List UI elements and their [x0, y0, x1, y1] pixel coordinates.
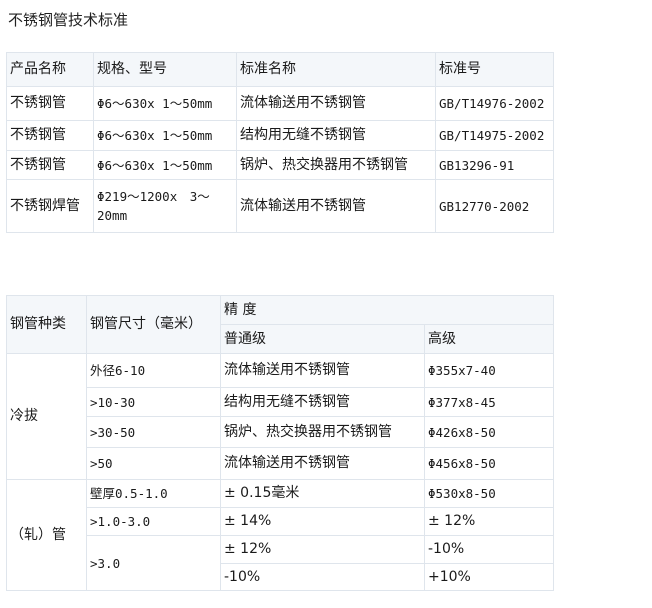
normal-grade-cell: ± 0.15毫米	[220, 479, 425, 508]
high-grade-cell: +10%	[423, 563, 555, 591]
table-row: 不锈钢管 Φ6～630x 1～50mm 结构用无缝不锈钢管 GB/T14975-…	[6, 120, 554, 151]
normal-grade-cell: 结构用无缝不锈钢管	[220, 387, 425, 417]
header-cell: 规格、型号	[93, 52, 237, 87]
header-cell: 标准名称	[236, 52, 436, 87]
size-cell: >50	[86, 447, 221, 480]
header-cell: 标准号	[435, 52, 554, 87]
group-cell: （轧）管	[6, 479, 87, 591]
header-cell: 高级	[423, 324, 555, 354]
standard-name-cell: 流体输送用不锈钢管	[236, 179, 436, 233]
group-cell: 冷拔	[6, 353, 87, 480]
size-cell: 壁厚0.5-1.0	[86, 479, 221, 508]
normal-grade-cell: ± 14%	[220, 507, 425, 536]
standard-number-cell: GB13296-91	[435, 150, 554, 180]
size-cell: >3.0	[86, 535, 221, 591]
header-cell: 精 度	[219, 295, 555, 325]
normal-grade-cell: 流体输送用不锈钢管	[220, 353, 425, 388]
product-name-cell: 不锈钢管	[6, 120, 94, 151]
standard-number-cell: GB12770-2002	[435, 179, 554, 233]
normal-grade-cell: ± 12%	[220, 535, 425, 564]
standards-table: 产品名称 规格、型号 标准名称 标准号 不锈钢管 Φ6～630x 1～50mm …	[6, 52, 554, 233]
table-row: >30-50 锅炉、热交换器用不锈钢管 Φ426x8-50	[7, 416, 555, 448]
table-row: （轧）管 壁厚0.5-1.0 ± 0.15毫米 Φ530x8-50	[6, 479, 555, 591]
table-row: 不锈钢管 Φ6～630x 1～50mm 锅炉、热交换器用不锈钢管 GB13296…	[6, 150, 554, 180]
standard-name-cell: 锅炉、热交换器用不锈钢管	[236, 150, 436, 180]
standard-number-cell: GB/T14976-2002	[435, 86, 554, 121]
size-cell: >10-30	[86, 387, 221, 417]
size-cell: >1.0-3.0	[86, 507, 221, 536]
high-grade-cell: Φ530x8-50	[423, 479, 555, 508]
table-row: 不锈钢焊管 Φ219～1200x 3～20mm 流体输送用不锈钢管 GB1277…	[6, 179, 554, 233]
size-cell: 外径6-10	[86, 353, 221, 388]
spec-cell: Φ6～630x 1～50mm	[93, 120, 237, 151]
spec-cell: Φ219～1200x 3～20mm	[93, 179, 237, 233]
table-header-row: 产品名称 规格、型号 标准名称 标准号	[6, 52, 554, 87]
high-grade-cell: ± 12%	[423, 507, 555, 536]
standard-number-cell: GB/T14975-2002	[435, 120, 554, 151]
product-name-cell: 不锈钢焊管	[6, 179, 94, 233]
high-grade-cell: Φ377x8-45	[423, 387, 555, 417]
header-cell: 钢管尺寸（毫米）	[86, 295, 221, 354]
table-row: >50 流体输送用不锈钢管 Φ456x8-50	[7, 447, 555, 480]
normal-grade-cell: 流体输送用不锈钢管	[220, 447, 425, 480]
normal-grade-cell: 锅炉、热交换器用不锈钢管	[220, 416, 425, 448]
high-grade-cell: Φ426x8-50	[423, 416, 555, 448]
high-grade-cell: Φ456x8-50	[423, 447, 555, 480]
table-row: >1.0-3.0 ± 14% ± 12%	[7, 507, 555, 536]
table-row: >10-30 结构用无缝不锈钢管 Φ377x8-45	[7, 387, 555, 417]
header-cell: 钢管种类	[6, 295, 87, 354]
product-name-cell: 不锈钢管	[6, 86, 94, 121]
size-cell: >30-50	[86, 416, 221, 448]
table-row: >3.0 ± 12% -10%	[7, 535, 555, 591]
table-row: 冷拔 外径6-10 流体输送用不锈钢管 Φ355x7-40	[6, 353, 555, 480]
standard-name-cell: 结构用无缝不锈钢管	[236, 120, 436, 151]
high-grade-cell: Φ355x7-40	[423, 353, 555, 388]
product-name-cell: 不锈钢管	[6, 150, 94, 180]
header-cell: 产品名称	[6, 52, 94, 87]
standard-name-cell: 流体输送用不锈钢管	[236, 86, 436, 121]
normal-grade-cell: -10%	[220, 563, 425, 591]
page-title: 不锈钢管技术标准	[8, 11, 129, 29]
table-header-row: 钢管种类 钢管尺寸（毫米） 精 度	[6, 295, 555, 354]
tolerance-table: 钢管种类 钢管尺寸（毫米） 精 度 普通级 高级 冷拔 外径6-10 流体输送用…	[6, 295, 555, 591]
spec-cell: Φ6～630x 1～50mm	[93, 150, 237, 180]
header-cell: 普通级	[220, 324, 425, 354]
high-grade-cell: -10%	[423, 535, 555, 564]
spec-cell: Φ6～630x 1～50mm	[93, 86, 237, 121]
table-row: 不锈钢管 Φ6～630x 1～50mm 流体输送用不锈钢管 GB/T14976-…	[6, 86, 554, 121]
